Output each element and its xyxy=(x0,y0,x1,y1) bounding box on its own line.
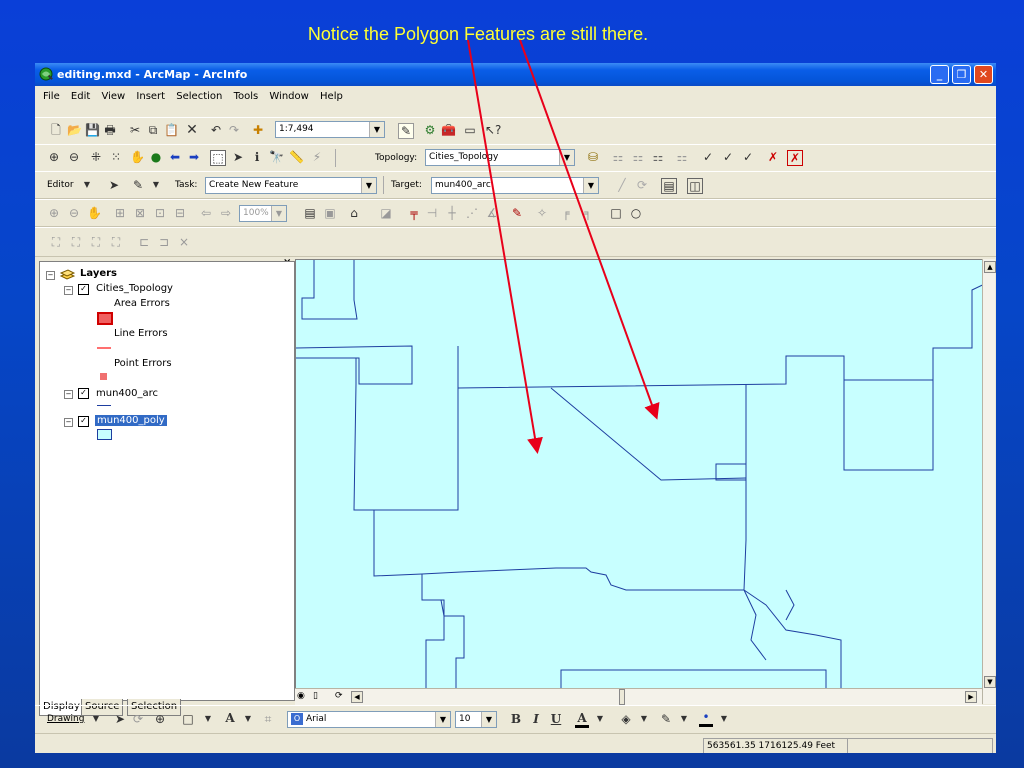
annotation-arrows xyxy=(467,39,660,454)
arrow-to-left-polygon xyxy=(467,39,543,454)
arrow-to-right-polygon xyxy=(519,39,660,420)
